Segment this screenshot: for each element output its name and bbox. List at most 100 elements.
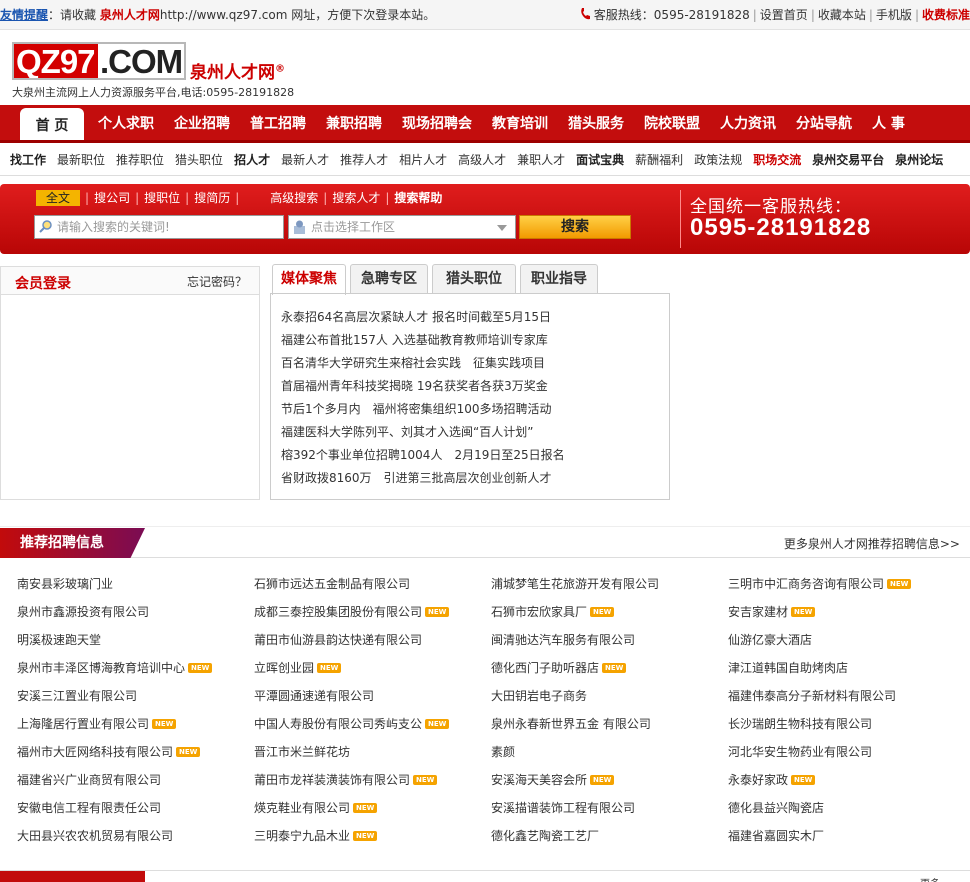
tab-urgent-hiring[interactable]: 急聘专区	[350, 264, 428, 294]
search-help-link[interactable]: 搜索帮助	[394, 190, 442, 206]
search-tab-all[interactable]: 全文	[36, 190, 81, 206]
subnav-item-11[interactable]: 薪酬福利	[635, 146, 683, 175]
company-item[interactable]: 安溪三江置业有限公司	[17, 682, 254, 710]
advanced-search-link[interactable]: 高级搜索	[270, 190, 318, 206]
company-item[interactable]: 莆田市龙祥装潢装饰有限公司 NEW	[254, 766, 491, 794]
bookmark-site-link[interactable]: 收藏本站	[818, 8, 866, 22]
subnav-item-6[interactable]: 推荐人才	[340, 146, 388, 175]
tab-media-focus[interactable]: 媒体聚焦	[272, 264, 346, 295]
nav-item-0[interactable]: 个人求职	[88, 105, 164, 141]
news-item[interactable]: 福建医科大学陈列平、刘其才入选闽“百人计划”	[281, 421, 669, 444]
subnav-item-1[interactable]: 最新职位	[57, 146, 105, 175]
nav-item-7[interactable]: 院校联盟	[634, 105, 710, 141]
company-item[interactable]: 德化鑫艺陶瓷工艺厂	[491, 822, 728, 850]
search-tab-resume[interactable]: 搜简历	[194, 190, 230, 206]
company-item[interactable]: 浦城梦笔生花旅游开发有限公司	[491, 570, 728, 598]
company-item[interactable]: 安溪海天美容会所 NEW	[491, 766, 728, 794]
set-homepage-link[interactable]: 设置首页	[760, 8, 808, 22]
company-item[interactable]: 河北华安生物药业有限公司	[728, 738, 965, 766]
company-item[interactable]: 泉州市鑫源投资有限公司	[17, 598, 254, 626]
news-item[interactable]: 百名清华大学研究生来榕社会实践 征集实践项目	[281, 352, 669, 375]
company-item[interactable]: 中国人寿股份有限公司秀屿支公 NEW	[254, 710, 491, 738]
company-item[interactable]: 德化县益兴陶瓷店	[728, 794, 965, 822]
company-item[interactable]: 成都三泰控股集团股份有限公司 NEW	[254, 598, 491, 626]
subnav-item-5[interactable]: 最新人才	[281, 146, 329, 175]
subnav-item-2[interactable]: 推荐职位	[116, 146, 164, 175]
nav-item-5[interactable]: 教育培训	[482, 105, 558, 141]
nav-item-6[interactable]: 猎头服务	[558, 105, 634, 141]
company-item[interactable]: 福州市大匠网络科技有限公司 NEW	[17, 738, 254, 766]
company-item[interactable]: 永泰好家政 NEW	[728, 766, 965, 794]
subnav-item-8[interactable]: 高级人才	[458, 146, 506, 175]
tab-headhunter-jobs[interactable]: 猎头职位	[432, 264, 516, 294]
work-area-select[interactable]: 点击选择工作区	[288, 215, 516, 239]
news-item[interactable]: 省财政拨8160万 引进第三批高层次创业创新人才	[281, 467, 669, 490]
subnav-item-13[interactable]: 职场交流	[753, 146, 801, 175]
search-talent-link[interactable]: 搜索人才	[332, 190, 380, 206]
search-button[interactable]: 搜索	[519, 215, 631, 239]
news-item[interactable]: 榕392个事业单位招聘1004人 2月19日至25日报名	[281, 444, 669, 467]
company-item[interactable]: 莆田市仙游县韵达快递有限公司	[254, 626, 491, 654]
search-tab-company[interactable]: 搜公司	[94, 190, 130, 206]
nav-home[interactable]: 首 页	[20, 108, 84, 140]
company-item[interactable]: 安吉家建材 NEW	[728, 598, 965, 626]
site-logo[interactable]: QZ97 .COM	[12, 42, 186, 80]
subnav-item-7[interactable]: 相片人才	[399, 146, 447, 175]
company-item[interactable]: 德化西门子助听器店 NEW	[491, 654, 728, 682]
subnav-item-4[interactable]: 招人才	[234, 146, 270, 175]
nav-item-9[interactable]: 分站导航	[786, 105, 862, 141]
company-item[interactable]: 大田县兴农农机贸易有限公司	[17, 822, 254, 850]
company-item[interactable]: 仙游亿豪大酒店	[728, 626, 965, 654]
subnav-item-9[interactable]: 兼职人才	[517, 146, 565, 175]
news-item[interactable]: 首届福州青年科技奖揭晓 19名获奖者各获3万奖金	[281, 375, 669, 398]
forgot-password-link[interactable]: 忘记密码？	[187, 273, 247, 290]
fee-standard-link[interactable]: 收费标准	[922, 8, 970, 22]
company-item[interactable]: 安徽电信工程有限责任公司	[17, 794, 254, 822]
next-section-more-link[interactable]: 更多	[920, 875, 940, 882]
subnav-item-12[interactable]: 政策法规	[694, 146, 742, 175]
company-item[interactable]: 闽清驰达汽车服务有限公司	[491, 626, 728, 654]
tab-career-guidance[interactable]: 职业指导	[520, 264, 598, 294]
mobile-version-link[interactable]: 手机版	[876, 8, 912, 22]
search-tab-job[interactable]: 搜职位	[144, 190, 180, 206]
company-item[interactable]: 泉州永春新世界五金 有限公司	[491, 710, 728, 738]
nav-item-1[interactable]: 企业招聘	[164, 105, 240, 141]
subnav-item-10[interactable]: 面试宝典	[576, 146, 624, 175]
nav-item-8[interactable]: 人力资讯	[710, 105, 786, 141]
nav-item-3[interactable]: 兼职招聘	[316, 105, 392, 141]
company-item[interactable]: 津江道韩国自助烤肉店	[728, 654, 965, 682]
subnav-item-15[interactable]: 泉州论坛	[895, 146, 943, 175]
company-item[interactable]: 三明泰宁九品木业 NEW	[254, 822, 491, 850]
company-item[interactable]: 上海隆居行置业有限公司 NEW	[17, 710, 254, 738]
keyword-search-input[interactable]: 请输入搜索的关键词!	[34, 215, 284, 239]
company-item[interactable]: 明溪极速跑天堂	[17, 626, 254, 654]
new-badge: NEW	[590, 607, 615, 617]
news-item[interactable]: 节后1个多月内 福州将密集组织100多场招聘活动	[281, 398, 669, 421]
nav-item-10[interactable]: 人 事	[862, 105, 915, 141]
company-item[interactable]: 福建省兴广业商贸有限公司	[17, 766, 254, 794]
company-item[interactable]: 石狮市宏欣家具厂 NEW	[491, 598, 728, 626]
company-item[interactable]: 长沙瑞朗生物科技有限公司	[728, 710, 965, 738]
nav-item-2[interactable]: 普工招聘	[240, 105, 316, 141]
company-item[interactable]: 煐克鞋业有限公司 NEW	[254, 794, 491, 822]
subnav-item-3[interactable]: 猎头职位	[175, 146, 223, 175]
recommend-more-link[interactable]: 更多泉州人才网推荐招聘信息>>	[784, 535, 960, 552]
nav-item-4[interactable]: 现场招聘会	[392, 105, 482, 141]
company-item[interactable]: 泉州市丰泽区博海教育培训中心 NEW	[17, 654, 254, 682]
company-item[interactable]: 晋江市米兰鲜花坊	[254, 738, 491, 766]
company-item[interactable]: 平潭圆通速递有限公司	[254, 682, 491, 710]
company-item[interactable]: 南安县彩玻璃门业	[17, 570, 254, 598]
company-item[interactable]: 福建省嘉圆实木厂	[728, 822, 965, 850]
company-item[interactable]: 立晖创业园 NEW	[254, 654, 491, 682]
company-item[interactable]: 石狮市远达五金制品有限公司	[254, 570, 491, 598]
news-item[interactable]: 永泰招64名高层次紧缺人才 报名时间截至5月15日	[281, 306, 669, 329]
company-item[interactable]: 三明市中汇商务咨询有限公司 NEW	[728, 570, 965, 598]
subnav-item-0[interactable]: 找工作	[10, 146, 46, 175]
news-item[interactable]: 福建公布首批157人 入选基础教育教师培训专家库	[281, 329, 669, 352]
tip-label[interactable]: 友情提醒	[0, 8, 48, 22]
company-item[interactable]: 素颜	[491, 738, 728, 766]
company-item[interactable]: 大田钥岩电子商务	[491, 682, 728, 710]
company-item[interactable]: 福建伟泰高分子新材料有限公司	[728, 682, 965, 710]
subnav-item-14[interactable]: 泉州交易平台	[812, 146, 884, 175]
company-item[interactable]: 安溪描谱装饰工程有限公司	[491, 794, 728, 822]
